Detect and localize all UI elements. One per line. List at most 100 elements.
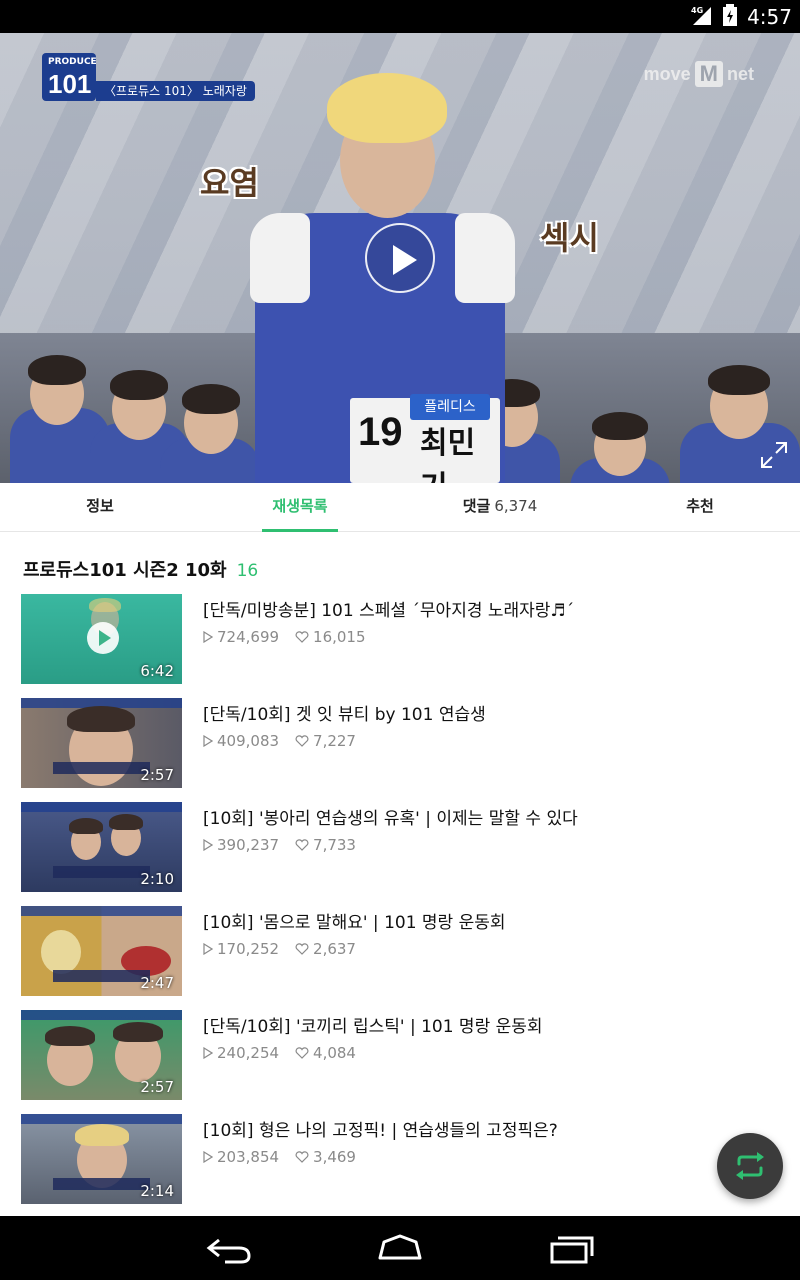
tab-playlist-label: 재생목록	[272, 497, 328, 515]
like-count: 3,469	[313, 1148, 356, 1166]
like-count: 7,227	[313, 732, 356, 750]
video-title: [단독/10회] 겟 잇 뷰티 by 101 연습생	[203, 705, 486, 725]
playlist-item[interactable]: 2:10 [10회] '봉아리 연습생의 유혹' | 이제는 말할 수 있다 3…	[0, 802, 800, 906]
play-button[interactable]	[365, 223, 435, 293]
video-thumbnail: 2:47	[21, 906, 182, 996]
video-player[interactable]: 플레디스 19 최민기 PRODUCE 101 〈프로듀스 101〉 노래자랑 …	[0, 33, 800, 483]
home-button[interactable]	[376, 1232, 424, 1264]
caption-sticker-right: 섹시	[540, 219, 599, 257]
tab-recommended-label: 추천	[686, 497, 714, 515]
playlist-item[interactable]: 2:57 [단독/10회] '코끼리 립스틱' | 101 명랑 운동회 240…	[0, 1010, 800, 1114]
heart-icon	[295, 1047, 309, 1059]
playlist: 6:42 [단독/미방송분] 101 스페셜 ´무아지경 노래자랑♬´ 724,…	[0, 594, 800, 1218]
like-count: 4,084	[313, 1044, 356, 1062]
tab-info-label: 정보	[86, 497, 114, 515]
clock: 4:57	[747, 4, 792, 29]
view-count: 240,254	[217, 1044, 280, 1062]
play-icon	[87, 622, 119, 654]
video-stats: 390,237 7,733	[203, 836, 356, 854]
play-triangle-icon	[203, 943, 213, 955]
video-stats: 724,699 16,015	[203, 628, 366, 646]
play-triangle-icon	[203, 1047, 213, 1059]
video-duration: 2:57	[140, 766, 174, 784]
tab-comments[interactable]: 댓글 6,374	[400, 483, 600, 531]
status-bar: 4G 4:57	[0, 0, 800, 33]
video-stats: 203,854 3,469	[203, 1148, 356, 1166]
video-duration: 2:57	[140, 1078, 174, 1096]
home-icon	[378, 1234, 422, 1260]
broadcaster-logo: move M net	[644, 61, 754, 87]
bib-tag: 플레디스	[410, 394, 490, 420]
heart-icon	[295, 839, 309, 851]
heart-icon	[295, 735, 309, 747]
play-icon	[393, 245, 417, 275]
video-duration: 2:14	[140, 1182, 174, 1200]
video-stats: 170,252 2,637	[203, 940, 356, 958]
status-icons: 4G 4:57	[691, 0, 792, 33]
tab-playlist[interactable]: 재생목록	[200, 483, 400, 531]
back-button[interactable]	[205, 1232, 253, 1264]
show-logo-big: 101	[48, 69, 92, 99]
recent-apps-button[interactable]	[548, 1232, 596, 1264]
repeat-button[interactable]	[717, 1133, 783, 1199]
video-title: [단독/10회] '코끼리 립스틱' | 101 명랑 운동회	[203, 1017, 543, 1037]
broadcaster-m: M	[694, 61, 723, 87]
tab-info[interactable]: 정보	[0, 483, 200, 531]
playlist-title: 프로듀스101 시즌2 10화	[23, 560, 227, 581]
view-count: 390,237	[217, 836, 280, 854]
video-thumbnail: 2:57	[21, 698, 182, 788]
system-nav-bar	[0, 1216, 800, 1280]
tab-bar: 정보 재생목록 댓글 6,374 추천	[0, 483, 800, 532]
view-count: 170,252	[217, 940, 280, 958]
view-count: 724,699	[217, 628, 280, 646]
video-duration: 2:47	[140, 974, 174, 992]
like-count: 7,733	[313, 836, 356, 854]
video-duration: 2:10	[140, 870, 174, 888]
play-triangle-icon	[203, 1151, 213, 1163]
tab-comments-label: 댓글	[462, 497, 491, 515]
repeat-icon	[736, 1152, 764, 1180]
view-count: 203,854	[217, 1148, 280, 1166]
tab-comments-count: 6,374	[494, 497, 538, 515]
video-thumbnail: 6:42	[21, 594, 182, 684]
video-title: [10회] '몸으로 말해요' | 101 명랑 운동회	[203, 913, 506, 933]
video-title: [10회] '봉아리 연습생의 유혹' | 이제는 말할 수 있다	[203, 809, 578, 829]
video-title: [단독/미방송분] 101 스페셜 ´무아지경 노래자랑♬´	[203, 601, 575, 621]
bib-name: 최민기	[420, 426, 476, 483]
battery-icon	[723, 3, 738, 30]
playlist-count: 16	[236, 561, 259, 581]
video-thumbnail: 2:57	[21, 1010, 182, 1100]
episode-caption: 〈프로듀스 101〉 노래자랑	[96, 81, 255, 101]
fullscreen-button[interactable]	[760, 441, 788, 469]
broadcaster-prefix: move	[643, 63, 691, 84]
video-bib: 플레디스 19 최민기	[350, 394, 500, 483]
caption-sticker-left: 요염	[200, 164, 259, 202]
play-triangle-icon	[203, 735, 213, 747]
playlist-item[interactable]: 2:57 [단독/10회] 겟 잇 뷰티 by 101 연습생 409,083 …	[0, 698, 800, 802]
recent-apps-icon	[550, 1236, 594, 1264]
video-title: [10회] 형은 나의 고정픽! | 연습생들의 고정픽은?	[203, 1121, 558, 1141]
video-stats: 409,083 7,227	[203, 732, 356, 750]
heart-icon	[295, 1151, 309, 1163]
expand-icon	[761, 442, 787, 468]
playlist-item[interactable]: 2:47 [10회] '몸으로 말해요' | 101 명랑 운동회 170,25…	[0, 906, 800, 1010]
play-triangle-icon	[203, 631, 213, 643]
playlist-item[interactable]: 6:42 [단독/미방송분] 101 스페셜 ´무아지경 노래자랑♬´ 724,…	[0, 594, 800, 698]
heart-icon	[295, 943, 309, 955]
video-stats: 240,254 4,084	[203, 1044, 356, 1062]
heart-icon	[295, 631, 309, 643]
network-type-label: 4G	[691, 6, 703, 15]
like-count: 2,637	[313, 940, 356, 958]
back-icon	[206, 1238, 251, 1264]
bib-number: 19	[358, 410, 403, 454]
playlist-header: 프로듀스101 시즌2 10화 16	[23, 556, 258, 582]
video-thumbnail: 2:10	[21, 802, 182, 892]
playlist-item[interactable]: 2:14 [10회] 형은 나의 고정픽! | 연습생들의 고정픽은? 203,…	[0, 1114, 800, 1218]
play-triangle-icon	[203, 839, 213, 851]
tab-recommended[interactable]: 추천	[600, 483, 800, 531]
broadcaster-suffix: net	[727, 63, 754, 84]
video-thumbnail: 2:14	[21, 1114, 182, 1204]
like-count: 16,015	[313, 628, 366, 646]
view-count: 409,083	[217, 732, 280, 750]
show-logo-top: PRODUCE	[48, 57, 97, 67]
